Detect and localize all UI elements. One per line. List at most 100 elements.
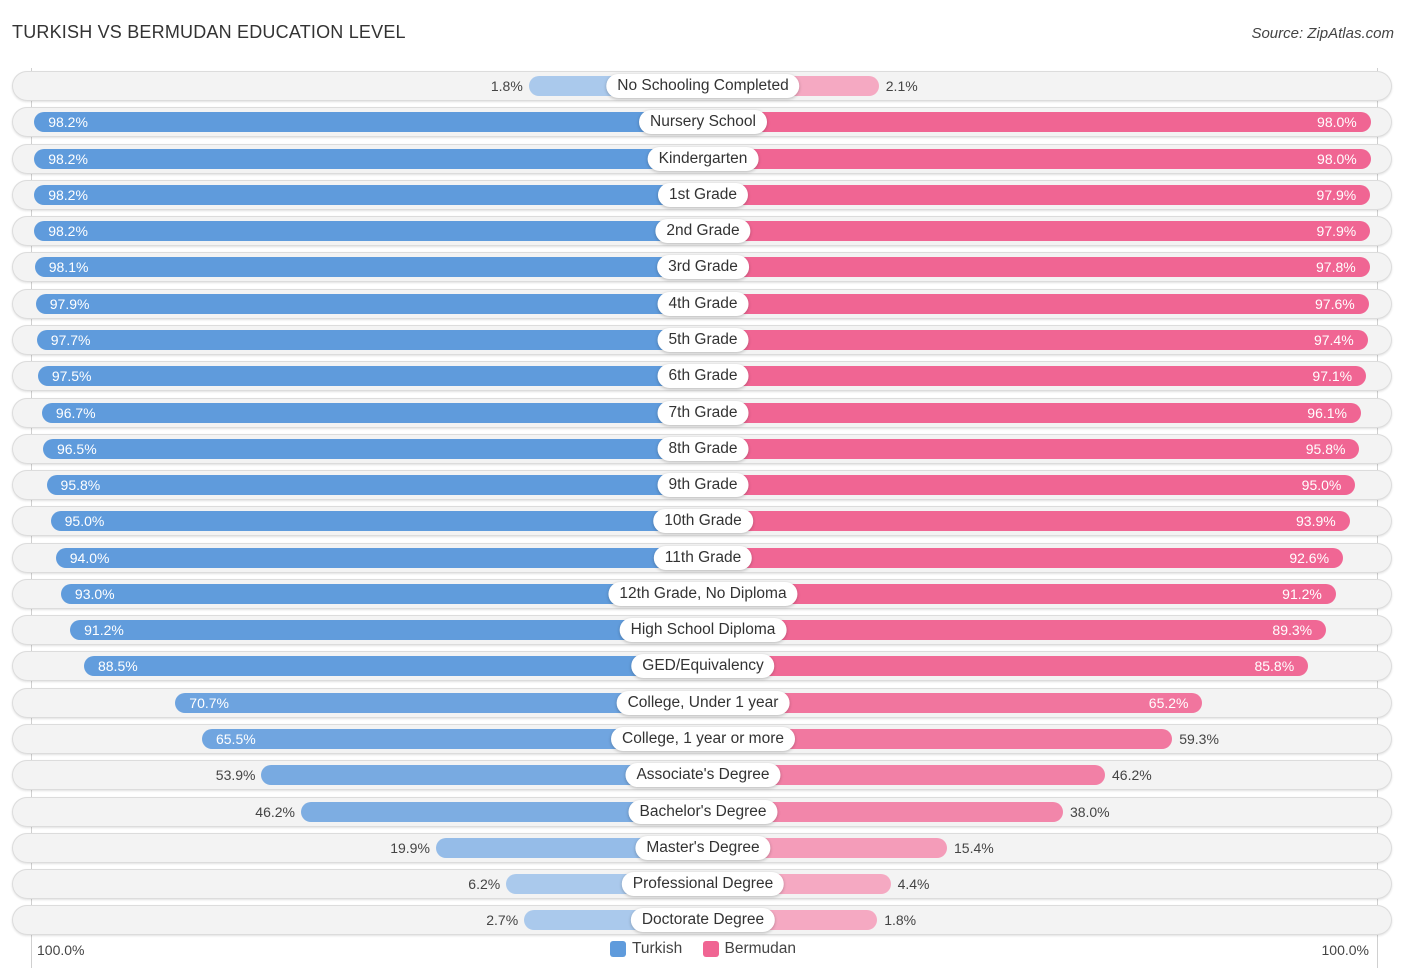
turkish-bar[interactable] <box>70 620 703 641</box>
bermudan-value-label: 15.4% <box>954 839 994 856</box>
category-label: Bachelor's Degree <box>628 799 778 824</box>
bermudan-bar[interactable] <box>703 547 1344 568</box>
category-label: GED/Equivalency <box>631 654 775 679</box>
category-label: Professional Degree <box>621 872 785 897</box>
bermudan-value-label: 93.9% <box>1296 513 1336 530</box>
bermudan-bar[interactable] <box>703 184 1371 205</box>
turkish-bar[interactable] <box>34 112 703 133</box>
bermudan-bar[interactable] <box>703 656 1309 677</box>
turkish-bar[interactable] <box>34 221 703 242</box>
bermudan-value-label: 95.0% <box>1301 477 1342 494</box>
bermudan-value-label: 65.2% <box>1148 694 1189 711</box>
legend-item-turkish[interactable]: Turkish <box>609 940 682 958</box>
bermudan-value-label: 97.9% <box>1316 186 1357 203</box>
chart-area: 1.8% 2.1% No Schooling Completed 98.2% 98.0%… <box>0 0 1406 975</box>
turkish-value-label: 97.9% <box>49 295 90 312</box>
bermudan-bar[interactable] <box>703 293 1369 314</box>
turkish-value-label: 98.1% <box>48 259 89 276</box>
bermudan-value-label: 91.2% <box>1282 585 1322 602</box>
turkish-value-label: 97.5% <box>51 368 92 385</box>
category-label: 5th Grade <box>657 327 749 352</box>
turkish-value-label: 46.2% <box>255 803 295 820</box>
category-label: College, 1 year or more <box>611 727 795 752</box>
bermudan-value-label: 98.0% <box>1317 150 1357 167</box>
bermudan-value-label: 85.8% <box>1254 658 1295 675</box>
bermudan-value-label: 98.0% <box>1317 114 1357 131</box>
legend-item-bermudan[interactable]: Bermudan <box>702 940 797 958</box>
bermudan-value-label: 97.1% <box>1312 368 1353 385</box>
category-label: Master's Degree <box>635 835 771 860</box>
bermudan-bar[interactable] <box>703 402 1361 423</box>
turkish-value-label: 70.7% <box>189 694 229 711</box>
turkish-value-label: 88.5% <box>97 658 138 675</box>
turkish-value-label: 97.7% <box>50 331 91 348</box>
bermudan-value-label: 4.4% <box>897 876 930 893</box>
turkish-value-label: 98.2% <box>48 150 88 167</box>
category-label: 12th Grade, No Diploma <box>608 581 798 606</box>
category-label: 7th Grade <box>657 400 749 425</box>
turkish-bar[interactable] <box>55 547 703 568</box>
turkish-bar[interactable] <box>35 293 703 314</box>
category-label: Kindergarten <box>647 146 759 171</box>
bermudan-value-label: 46.2% <box>1112 767 1152 784</box>
turkish-bar[interactable] <box>34 184 703 205</box>
turkish-value-label: 98.2% <box>48 186 88 203</box>
bermudan-value-label: 1.8% <box>884 912 917 929</box>
bermudan-bar[interactable] <box>703 511 1350 532</box>
bermudan-value-label: 95.8% <box>1305 440 1346 457</box>
bermudan-bar[interactable] <box>703 583 1336 604</box>
category-label: 10th Grade <box>653 509 753 534</box>
bermudan-value-label: 92.6% <box>1289 549 1330 566</box>
turkish-bar[interactable] <box>46 475 703 496</box>
turkish-value-label: 2.7% <box>486 912 519 929</box>
category-label: 2nd Grade <box>655 219 751 244</box>
bermudan-bar[interactable] <box>703 366 1367 387</box>
bermudan-bar[interactable] <box>703 257 1370 278</box>
bermudan-bar[interactable] <box>703 112 1371 133</box>
turkish-bar[interactable] <box>36 329 703 350</box>
bermudan-value-label: 97.8% <box>1316 259 1356 276</box>
category-label: College, Under 1 year <box>616 690 790 715</box>
turkish-bar[interactable] <box>41 402 703 423</box>
category-label: 3rd Grade <box>657 255 749 280</box>
category-label: 11th Grade <box>653 545 753 570</box>
legend-label-bermudan: Bermudan <box>724 940 797 957</box>
bermudan-value-label: 97.4% <box>1313 331 1354 348</box>
bermudan-bar[interactable] <box>703 329 1368 350</box>
bermudan-value-label: 97.6% <box>1315 295 1355 312</box>
bermudan-value-label: 2.1% <box>885 78 918 94</box>
legend-swatch-turkish <box>609 941 626 957</box>
bermudan-bar[interactable] <box>703 620 1327 641</box>
turkish-bar[interactable] <box>83 656 703 677</box>
turkish-bar[interactable] <box>37 366 703 387</box>
bermudan-bar[interactable] <box>703 438 1360 459</box>
turkish-bar[interactable] <box>50 511 703 532</box>
turkish-value-label: 98.2% <box>48 223 88 240</box>
turkish-bar[interactable] <box>42 438 703 459</box>
turkish-value-label: 94.0% <box>69 549 110 566</box>
turkish-value-label: 91.2% <box>84 622 124 639</box>
turkish-value-label: 98.2% <box>48 114 88 131</box>
turkish-value-label: 93.0% <box>74 585 115 602</box>
category-label: Associate's Degree <box>625 763 781 788</box>
bermudan-bar[interactable] <box>703 475 1356 496</box>
turkish-value-label: 1.8% <box>490 78 523 94</box>
turkish-bar[interactable] <box>34 148 703 169</box>
bermudan-value-label: 97.9% <box>1316 223 1357 240</box>
turkish-value-label: 95.0% <box>64 513 105 530</box>
category-label: 8th Grade <box>657 436 749 461</box>
category-label: High School Diploma <box>619 618 787 643</box>
category-label: Doctorate Degree <box>630 908 776 933</box>
turkish-bar[interactable] <box>60 583 703 604</box>
category-label: 6th Grade <box>657 364 749 389</box>
turkish-value-label: 95.8% <box>60 477 101 494</box>
bermudan-bar[interactable] <box>703 148 1371 169</box>
turkish-bar[interactable] <box>34 257 703 278</box>
turkish-value-label: 96.7% <box>55 404 96 421</box>
legend: Turkish Bermudan <box>0 940 1406 962</box>
bermudan-bar[interactable] <box>703 221 1371 242</box>
turkish-value-label: 65.5% <box>215 731 256 748</box>
turkish-value-label: 6.2% <box>468 876 501 893</box>
turkish-value-label: 19.9% <box>390 839 430 856</box>
bermudan-value-label: 59.3% <box>1179 731 1219 748</box>
